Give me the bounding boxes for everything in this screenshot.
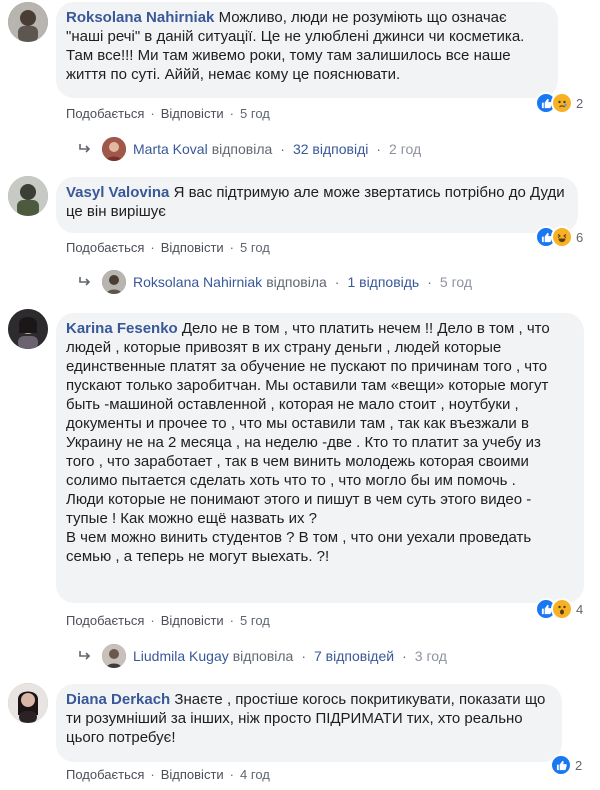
reply-time: 5 год <box>439 274 473 290</box>
reply-button[interactable]: Відповісти <box>161 240 224 255</box>
view-replies-link[interactable]: Marta Koval відповіла · 32 відповіді · 2… <box>78 136 421 162</box>
dot-separator: · <box>229 106 235 121</box>
like-button[interactable]: Подобається <box>66 106 144 121</box>
reply-author[interactable]: Marta Koval <box>133 141 208 157</box>
dot-separator: · <box>280 141 285 157</box>
reply-arrow-icon <box>78 650 92 662</box>
reaction-summary[interactable]: 2 <box>550 754 582 776</box>
comment-bubble: Roksolana Nahirniak Можливо, люди не роз… <box>56 2 558 98</box>
reaction-count: 6 <box>576 229 584 245</box>
comment-time[interactable]: 4 год <box>240 767 270 782</box>
reply-arrow-icon <box>78 276 92 288</box>
reply-verb: відповіла <box>232 648 294 664</box>
dot-separator: · <box>427 274 432 290</box>
sad-reaction-icon <box>551 92 573 114</box>
wow-reaction-icon <box>551 598 573 620</box>
comment-time[interactable]: 5 год <box>240 106 270 121</box>
comment-author[interactable]: Vasyl Valovina <box>66 184 169 201</box>
reply-button[interactable]: Відповісти <box>161 767 224 782</box>
reply-button[interactable]: Відповісти <box>161 613 224 628</box>
avatar[interactable] <box>8 176 48 216</box>
comment-author[interactable]: Diana Derkach <box>66 691 170 708</box>
like-button[interactable]: Подобається <box>66 613 144 628</box>
dot-separator: · <box>150 106 155 121</box>
reply-author[interactable]: Liudmila Kugay <box>133 648 229 664</box>
reply-verb: відповіла <box>211 141 273 157</box>
reply-time: 2 год <box>389 141 422 157</box>
dot-separator: · <box>229 767 235 782</box>
reaction-summary[interactable]: 6 <box>535 226 583 248</box>
reply-arrow-icon <box>78 143 92 155</box>
reaction-summary[interactable]: 4 <box>535 598 583 620</box>
comment-actions: Подобається · Відповісти · 5 год <box>66 106 270 121</box>
reply-time: 3 год <box>414 648 447 664</box>
comment-actions: Подобається · Відповісти · 4 год <box>66 767 270 782</box>
dot-separator: · <box>150 613 155 628</box>
comment-bubble: Karina Fesenko Дело не в том , что плати… <box>56 313 584 603</box>
dot-separator: · <box>150 240 155 255</box>
reply-verb: відповіла <box>266 274 327 290</box>
comment-author[interactable]: Roksolana Nahirniak <box>66 9 214 26</box>
reply-avatar <box>102 644 126 668</box>
comment-bubble: Vasyl Valovina Я вас підтримую але може … <box>56 177 578 233</box>
reaction-summary[interactable]: 2 <box>535 92 583 114</box>
dot-separator: · <box>402 648 407 664</box>
reply-count[interactable]: 7 відповідей <box>314 648 394 664</box>
dot-separator: · <box>334 274 340 290</box>
reply-button[interactable]: Відповісти <box>161 106 224 121</box>
reaction-count: 2 <box>575 757 583 773</box>
reply-count[interactable]: 32 відповіді <box>293 141 368 157</box>
like-button[interactable]: Подобається <box>66 240 144 255</box>
reply-avatar <box>102 270 126 294</box>
dot-separator: · <box>301 648 306 664</box>
reaction-count: 4 <box>576 601 584 617</box>
avatar[interactable] <box>8 309 48 349</box>
avatar[interactable] <box>8 2 48 42</box>
comment-actions: Подобається · Відповісти · 5 год <box>66 240 270 255</box>
view-replies-link[interactable]: Liudmila Kugay відповіла · 7 відповідей … <box>78 643 447 669</box>
comment-time[interactable]: 5 год <box>240 240 270 255</box>
dot-separator: · <box>150 767 155 782</box>
comment-actions: Подобається · Відповісти · 5 год <box>66 613 270 628</box>
haha-reaction-icon <box>551 226 573 248</box>
dot-separator: · <box>229 240 235 255</box>
dot-separator: · <box>229 613 235 628</box>
comment-author[interactable]: Karina Fesenko <box>66 320 178 337</box>
like-reaction-icon <box>550 754 572 776</box>
comment-time[interactable]: 5 год <box>240 613 270 628</box>
avatar[interactable] <box>8 683 48 723</box>
reply-avatar <box>102 137 126 161</box>
reply-author[interactable]: Roksolana Nahirniak <box>133 274 262 290</box>
reply-count[interactable]: 1 відповідь <box>347 274 419 290</box>
view-replies-link[interactable]: Roksolana Nahirniak відповіла · 1 відпов… <box>78 269 472 295</box>
reaction-count: 2 <box>576 95 584 111</box>
comment-text: Дело не в том , что платить нечем !! Дел… <box>66 320 550 565</box>
like-button[interactable]: Подобається <box>66 767 144 782</box>
dot-separator: · <box>376 141 382 157</box>
comment-bubble: Diana Derkach Знаєте , простіше когось п… <box>56 684 562 762</box>
